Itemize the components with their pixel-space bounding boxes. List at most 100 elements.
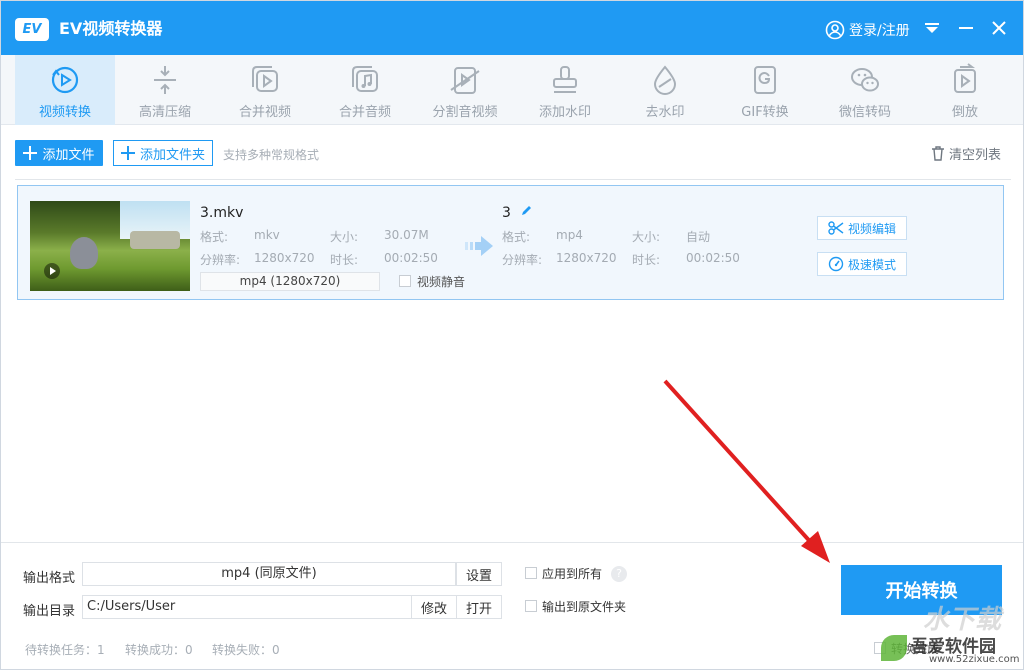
help-icon[interactable]: ? [611,566,627,582]
add-file-button[interactable]: 添加文件 [15,140,103,166]
output-file-name: 3 [502,205,511,221]
tab-label: 视频转换 [38,105,91,120]
menu-icon [925,23,939,33]
tab-label: 添加水印 [538,105,591,120]
tab-remove-watermark[interactable]: 去水印 [615,55,715,125]
output-format-field[interactable]: mp4 (同原文件) [82,562,456,586]
file-list-item[interactable]: 3.mkv 格式: mkv 大小: 30.07M 分辨率: 1280x720 时… [17,185,1004,300]
plus-icon [23,146,38,160]
out-size-value: 自动 [686,230,711,244]
src-res-value: 1280x720 [254,251,315,265]
site-watermark: 水下载 吾爱软件园 www.52zixue.com [881,605,1021,669]
tool-bar: 视频转换 高清压缩 合并视频 合并音频 分割音视频 添加水印 去水印 GIF转换… [1,55,1023,125]
watermark-url-text: www.52zixue.com [929,654,1020,665]
tab-label: 高清压缩 [138,105,191,120]
title-bar: EV EV视频转换器 登录/注册 [1,1,1023,55]
output-to-source-checkbox[interactable] [525,600,537,612]
add-folder-button[interactable]: 添加文件夹 [113,140,213,166]
menu-button[interactable] [921,17,943,39]
tab-merge-video[interactable]: 合并视频 [215,55,315,125]
rename-pencil-icon[interactable] [519,204,533,218]
src-dur-label: 时长: [330,253,359,267]
src-res-label: 分辨率: [200,253,241,267]
thumb-figure [70,237,98,269]
drop-icon [653,65,677,95]
out-dur-label: 时长: [632,253,661,267]
apply-all-checkbox[interactable] [525,567,537,579]
out-dur-value: 00:02:50 [686,251,740,265]
tab-merge-audio[interactable]: 合并音频 [315,55,415,125]
stamp-icon [553,66,577,93]
source-file-name: 3.mkv [200,205,244,221]
merge-video-icon [252,66,278,92]
src-format-label: 格式: [200,230,229,244]
modify-dir-button[interactable]: 修改 [411,595,457,619]
split-icon [450,67,480,94]
close-icon [992,21,1006,35]
add-folder-label: 添加文件夹 [139,147,205,163]
output-to-source-label: 输出到原文件夹 [542,600,627,614]
close-button[interactable] [988,17,1010,39]
tab-label: 合并音频 [338,105,391,120]
convert-icon [51,66,79,94]
success-count: 转换成功：0 [125,643,193,657]
divider [15,179,1011,180]
minimize-button[interactable] [955,17,977,39]
output-dir-label: 输出目录 [23,604,76,619]
speed-gauge-icon [828,256,844,272]
fast-mode-button[interactable]: 极速模式 [817,252,907,276]
reverse-icon [954,63,976,93]
leaf-logo-icon [881,635,907,661]
tab-label: 微信转码 [838,105,891,120]
trash-icon [932,146,944,161]
wechat-icon [851,68,879,92]
minimize-icon [959,27,973,29]
tab-hd-compress[interactable]: 高清压缩 [115,55,215,125]
apply-all-label: 应用到所有 [542,567,603,581]
login-button[interactable]: 登录/注册 [825,19,910,41]
app-window: EV EV视频转换器 登录/注册 视频转换 高清压缩 合并视频 合并音频 分割音… [0,0,1024,670]
thumb-rock [130,231,180,249]
tab-label: 倒放 [951,105,978,120]
user-icon [825,20,845,40]
play-icon[interactable] [44,263,60,279]
tab-gif-convert[interactable]: GIF转换 [715,55,815,125]
mute-checkbox[interactable] [399,275,411,287]
tab-label: 分割音视频 [432,105,498,120]
tab-video-convert[interactable]: 视频转换 [15,55,115,125]
tab-label: 去水印 [645,105,685,120]
video-thumbnail[interactable] [30,201,190,291]
pending-count: 待转换任务：1 [25,643,105,657]
tab-label: GIF转换 [741,105,789,120]
open-dir-button[interactable]: 打开 [456,595,502,619]
video-edit-button[interactable]: 视频编辑 [817,216,907,240]
mute-label: 视频静音 [417,275,466,289]
app-title: EV视频转换器 [59,19,163,38]
out-res-value: 1280x720 [556,251,617,265]
action-bar: 添加文件 添加文件夹 支持多种常规格式 清空列表 [1,125,1023,181]
failed-count: 转换失败：0 [212,643,280,657]
video-edit-label: 视频编辑 [847,221,896,236]
fast-mode-label: 极速模式 [847,257,896,272]
clear-list-label: 清空列表 [949,148,1002,163]
tab-label: 合并视频 [238,105,291,120]
out-size-label: 大小: [632,230,661,244]
login-label: 登录/注册 [849,23,910,39]
out-format-value: mp4 [556,228,583,242]
out-res-label: 分辨率: [502,253,543,267]
tab-add-watermark[interactable]: 添加水印 [515,55,615,125]
app-logo: EV [15,18,49,41]
src-size-value: 30.07M [384,228,429,242]
tab-wechat-transcode[interactable]: 微信转码 [815,55,915,125]
convert-arrow-icon [465,236,493,256]
output-dir-field[interactable]: C:/Users/User [82,595,412,619]
tab-reverse[interactable]: 倒放 [915,55,1015,125]
tab-split[interactable]: 分割音视频 [415,55,515,125]
src-dur-value: 00:02:50 [384,251,438,265]
format-settings-button[interactable]: 设置 [456,562,502,586]
output-preset-select[interactable]: mp4 (1280x720) [200,272,380,291]
merge-audio-icon [352,66,378,92]
scissors-icon [828,221,844,235]
clear-list-button[interactable]: 清空列表 [931,144,1001,163]
watermark-big-text: 水下载 [923,605,1002,635]
